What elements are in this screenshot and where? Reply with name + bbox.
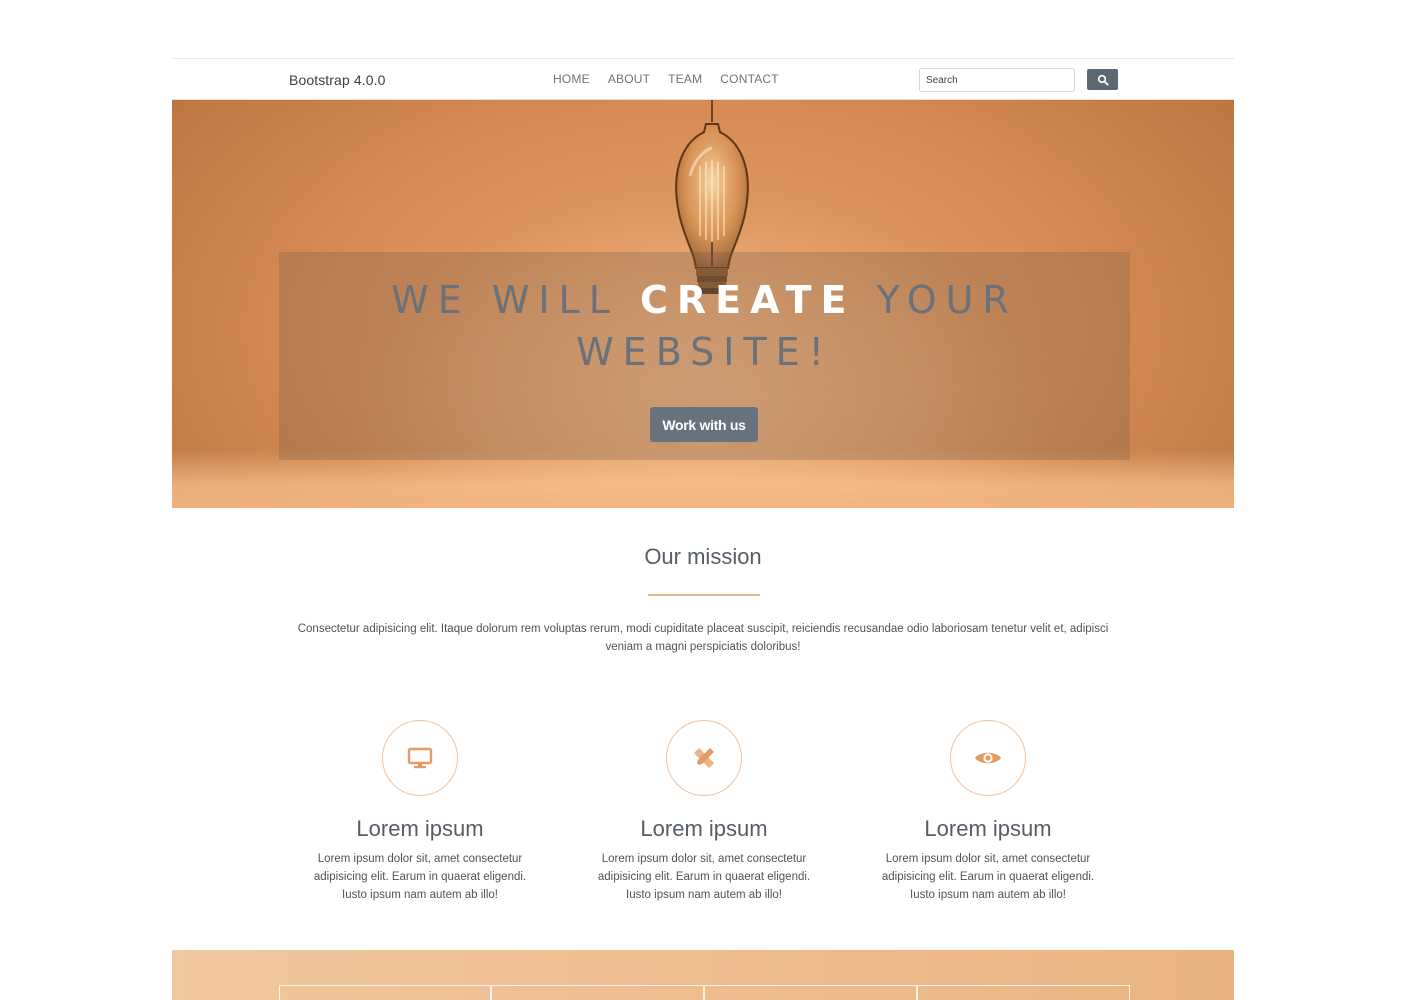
brand-logo[interactable]: Bootstrap 4.0.0 <box>289 72 385 88</box>
nav-links: HOME ABOUT TEAM CONTACT <box>553 72 779 86</box>
hero-title-line2: WEBSITE! <box>576 330 833 374</box>
navbar: Bootstrap 4.0.0 HOME ABOUT TEAM CONTACT <box>172 58 1234 100</box>
mission-divider <box>648 594 760 596</box>
hero-title: WE WILL CREATE YOUR WEBSITE! <box>279 274 1130 378</box>
bottom-card <box>917 985 1130 1000</box>
feature-text: Lorem ipsum dolor sit, amet consectetur … <box>313 853 527 901</box>
mission-text: Consectetur adipisicing elit. Itaque dol… <box>297 623 1109 653</box>
bottom-card <box>279 985 491 1000</box>
feature-text: Lorem ipsum dolor sit, amet consectetur … <box>881 853 1095 901</box>
mission-title: Our mission <box>644 544 762 569</box>
feature-title: Lorem ipsum <box>640 816 768 841</box>
web-page: Bootstrap 4.0.0 HOME ABOUT TEAM CONTACT <box>172 58 1234 1000</box>
feature-card-3: Lorem ipsum Lorem ipsum dolor sit, amet … <box>863 720 1113 904</box>
monitor-icon <box>407 747 433 769</box>
feature-title: Lorem ipsum <box>924 816 1052 841</box>
nav-link-team[interactable]: TEAM <box>668 72 702 86</box>
nav-link-about[interactable]: ABOUT <box>608 72 650 86</box>
feature-title: Lorem ipsum <box>356 816 484 841</box>
work-with-us-button[interactable]: Work with us <box>650 407 758 442</box>
hero-title-part2: YOUR <box>855 278 1018 322</box>
feature-icon-circle <box>382 720 458 796</box>
hero-overlay-panel: WE WILL CREATE YOUR WEBSITE! Work with u… <box>279 252 1130 460</box>
bottom-card <box>491 985 704 1000</box>
hero-title-highlight: CREATE <box>640 278 856 322</box>
feature-card-1: Lorem ipsum Lorem ipsum dolor sit, amet … <box>295 720 545 904</box>
search-button[interactable] <box>1087 69 1118 90</box>
eye-icon <box>975 752 1001 764</box>
feature-icon-circle <box>950 720 1026 796</box>
search-input[interactable] <box>919 68 1075 92</box>
bottom-section <box>172 950 1234 1000</box>
nav-link-home[interactable]: HOME <box>553 72 590 86</box>
nav-link-contact[interactable]: CONTACT <box>720 72 779 86</box>
bottom-card <box>704 985 917 1000</box>
feature-icon-circle <box>666 720 742 796</box>
feature-text: Lorem ipsum dolor sit, amet consectetur … <box>597 853 811 901</box>
hero-section: WE WILL CREATE YOUR WEBSITE! Work with u… <box>172 100 1234 508</box>
feature-card-2: Lorem ipsum Lorem ipsum dolor sit, amet … <box>579 720 829 904</box>
magnifier-icon <box>1097 74 1109 86</box>
hero-title-part1: WE WILL <box>391 278 641 322</box>
design-tools-icon <box>694 748 714 768</box>
